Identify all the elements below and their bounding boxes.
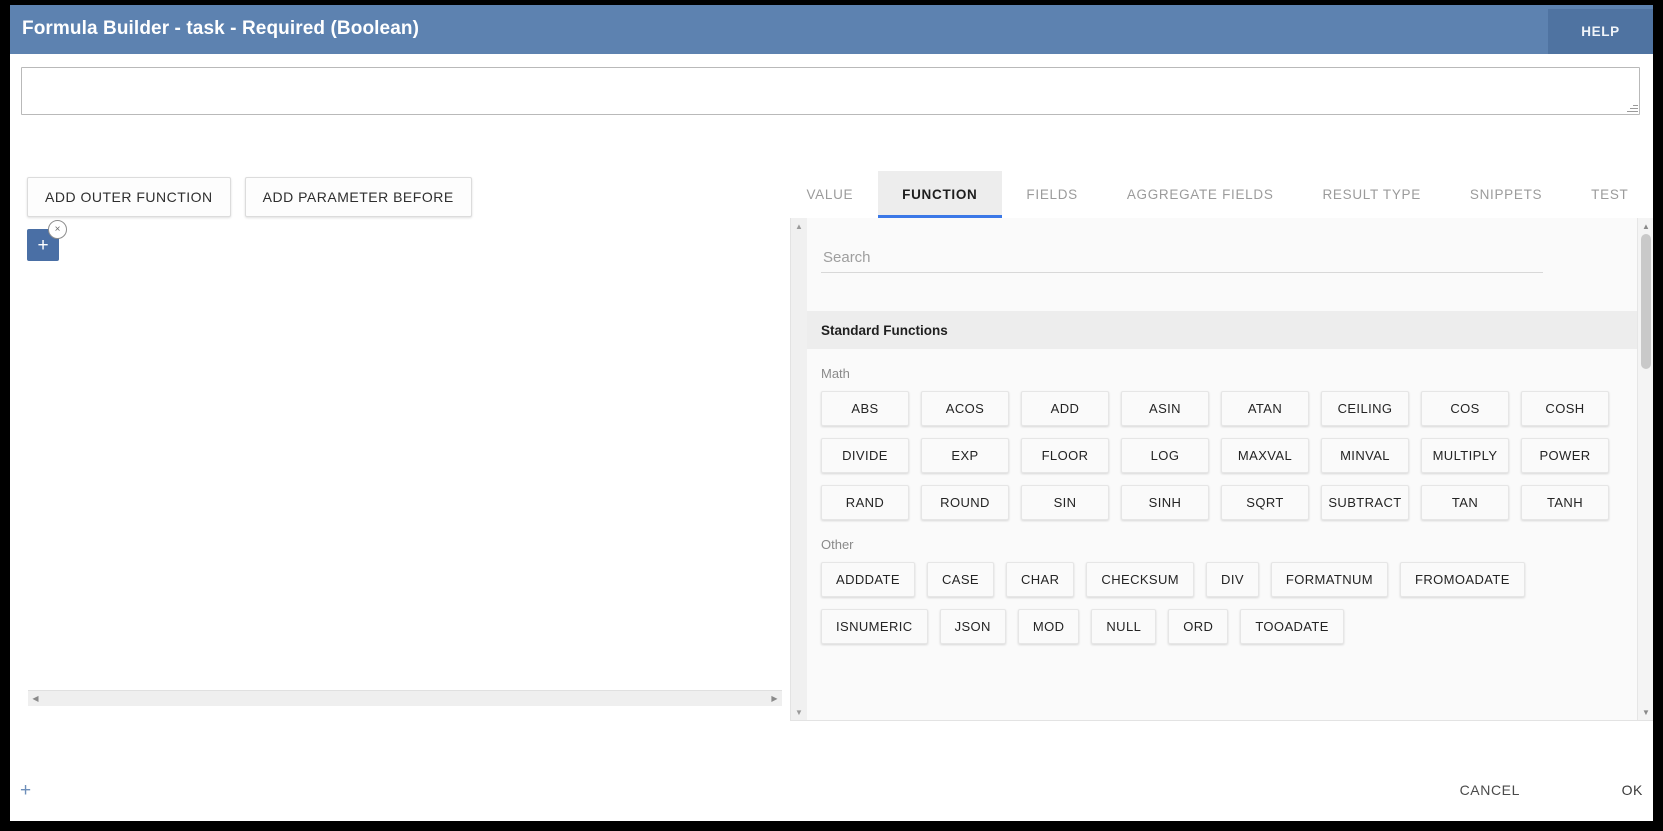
function-chip[interactable]: ABS — [821, 391, 909, 426]
canvas-horizontal-scrollbar[interactable]: ◀ ▶ — [28, 690, 782, 706]
formula-input-wrapper — [21, 67, 1640, 115]
scroll-down-icon[interactable]: ▼ — [1638, 704, 1653, 720]
function-chip[interactable]: MULTIPLY — [1421, 438, 1509, 473]
function-chip[interactable]: ROUND — [921, 485, 1009, 520]
tab-aggregate-fields[interactable]: AGGREGATE FIELDS — [1102, 171, 1298, 218]
function-chip[interactable]: ISNUMERIC — [821, 609, 928, 644]
tab-test[interactable]: TEST — [1567, 171, 1653, 218]
function-chip[interactable]: RAND — [821, 485, 909, 520]
function-chip[interactable]: ADDDATE — [821, 562, 915, 597]
function-chip[interactable]: COS — [1421, 391, 1509, 426]
dialog-footer: + CANCEL OK — [10, 759, 1653, 821]
function-chip[interactable]: POWER — [1521, 438, 1609, 473]
function-group-label: Other — [821, 537, 1638, 552]
function-chip[interactable]: TOOADATE — [1240, 609, 1344, 644]
function-chip[interactable]: TAN — [1421, 485, 1509, 520]
function-chip[interactable]: DIVIDE — [821, 438, 909, 473]
remove-node-icon[interactable]: × — [48, 220, 67, 239]
function-chip[interactable]: ADD — [1021, 391, 1109, 426]
function-list-scrollbar[interactable]: ▲ ▼ — [1637, 218, 1653, 720]
function-chip[interactable]: SUBTRACT — [1321, 485, 1409, 520]
tab-fields[interactable]: FIELDS — [1002, 171, 1102, 218]
scroll-left-icon[interactable]: ◀ — [28, 691, 43, 706]
function-chip[interactable]: CHECKSUM — [1086, 562, 1194, 597]
formula-canvas: ADD OUTER FUNCTION ADD PARAMETER BEFORE … — [10, 145, 782, 720]
tab-value[interactable]: VALUE — [782, 171, 878, 218]
function-chip[interactable]: MINVAL — [1321, 438, 1409, 473]
gutter-down-icon: ▼ — [791, 704, 807, 720]
function-groups: MathABSACOSADDASINATANCEILINGCOSCOSHDIVI… — [807, 349, 1638, 720]
list-left-gutter: ▲ ▼ — [791, 218, 808, 720]
function-chip[interactable]: SQRT — [1221, 485, 1309, 520]
function-chip[interactable]: ACOS — [921, 391, 1009, 426]
function-chip[interactable]: NULL — [1091, 609, 1156, 644]
function-chip[interactable]: MOD — [1018, 609, 1080, 644]
function-chip[interactable]: SIN — [1021, 485, 1109, 520]
gutter-up-icon: ▲ — [791, 218, 807, 234]
function-chip[interactable]: FORMATNUM — [1271, 562, 1388, 597]
scroll-up-icon[interactable]: ▲ — [1638, 218, 1653, 234]
function-chip[interactable]: MAXVAL — [1221, 438, 1309, 473]
function-chip[interactable]: LOG — [1121, 438, 1209, 473]
tab-function[interactable]: FUNCTION — [878, 171, 1002, 218]
formula-input[interactable] — [21, 67, 1640, 115]
function-chip[interactable]: ATAN — [1221, 391, 1309, 426]
function-chip[interactable]: EXP — [921, 438, 1009, 473]
function-group-label: Math — [821, 366, 1638, 381]
function-chip[interactable]: SINH — [1121, 485, 1209, 520]
function-chip[interactable]: CASE — [927, 562, 994, 597]
function-chip[interactable]: FLOOR — [1021, 438, 1109, 473]
function-chip[interactable]: CHAR — [1006, 562, 1074, 597]
add-parameter-before-button[interactable]: ADD PARAMETER BEFORE — [245, 177, 472, 217]
function-chip-group: ADDDATE CASE CHAR CHECKSUM DIV FORMATNUM FROMO… — [821, 562, 1638, 644]
scrollbar-thumb[interactable] — [1641, 234, 1651, 369]
function-listbox: ▲ ▼ Standard Functions Math ABS ACOS ADD ASI… — [790, 218, 1653, 721]
standard-functions-label: Standard Functions — [821, 323, 948, 338]
function-chip[interactable]: COSH — [1521, 391, 1609, 426]
canvas-toolbar: ADD OUTER FUNCTION ADD PARAMETER BEFORE — [27, 177, 472, 217]
function-list-content: Standard Functions Math ABS ACOS ADD ASIN ATA… — [807, 218, 1638, 720]
function-chip[interactable]: CEILING — [1321, 391, 1409, 426]
search-zone — [807, 218, 1638, 312]
function-chip[interactable]: TANH — [1521, 485, 1609, 520]
ok-button[interactable]: OK — [1622, 777, 1643, 803]
footer-add-icon[interactable]: + — [20, 781, 31, 800]
function-chip[interactable]: ORD — [1168, 609, 1228, 644]
dialog-title: Formula Builder - task - Required (Boole… — [22, 18, 419, 40]
panel-tabs: VALUEFUNCTIONFIELDSAGGREGATE FIELDSRESUL… — [782, 171, 1653, 218]
help-button[interactable]: HELP — [1548, 9, 1653, 54]
search-input[interactable] — [821, 242, 1543, 273]
function-chip[interactable]: ASIN — [1121, 391, 1209, 426]
standard-functions-header: Standard Functions — [807, 311, 1638, 350]
function-chip-group: ABS ACOS ADD ASIN ATAN CEILING COS COSH DIVIDE EX… — [821, 391, 1638, 520]
cancel-button[interactable]: CANCEL — [1460, 777, 1520, 803]
function-chip[interactable]: DIV — [1206, 562, 1259, 597]
builder-side-panel: VALUEFUNCTIONFIELDSAGGREGATE FIELDSRESUL… — [782, 145, 1653, 720]
scroll-right-icon[interactable]: ▶ — [767, 691, 782, 706]
tab-result-type[interactable]: RESULT TYPE — [1298, 171, 1445, 218]
function-chip[interactable]: FROMOADATE — [1400, 562, 1525, 597]
formula-builder-dialog: Formula Builder - task - Required (Boole… — [10, 5, 1653, 821]
add-outer-function-button[interactable]: ADD OUTER FUNCTION — [27, 177, 231, 217]
dialog-titlebar: Formula Builder - task - Required (Boole… — [10, 5, 1653, 54]
tab-snippets[interactable]: SNIPPETS — [1445, 171, 1566, 218]
function-chip[interactable]: JSON — [940, 609, 1006, 644]
